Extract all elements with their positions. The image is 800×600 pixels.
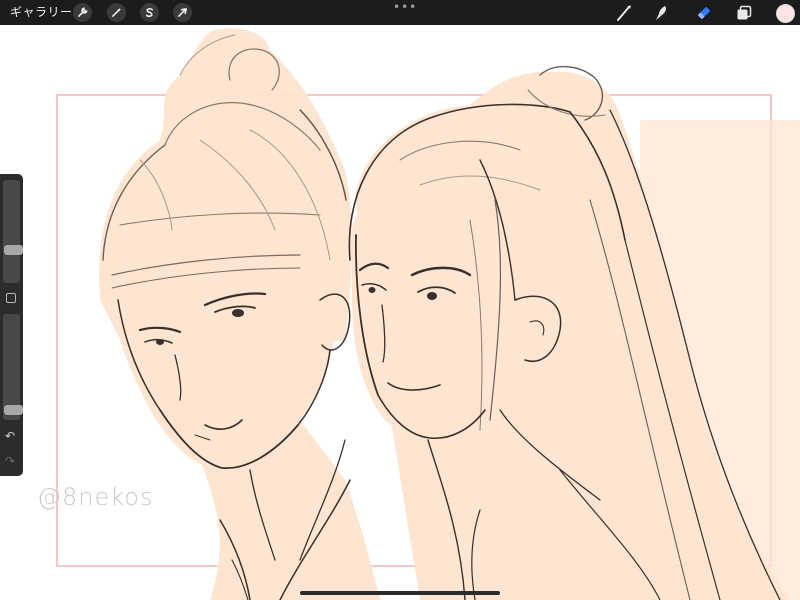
home-indicator[interactable] bbox=[300, 591, 500, 595]
modify-square-icon[interactable] bbox=[6, 293, 16, 303]
left-sidebar: ↶ ↷ bbox=[0, 174, 23, 476]
current-color-swatch[interactable] bbox=[776, 4, 795, 23]
top-toolbar: ギャラリー ••• bbox=[0, 0, 800, 25]
arrow-cursor-icon[interactable] bbox=[173, 3, 192, 22]
layers-icon[interactable] bbox=[734, 3, 754, 23]
smudge-icon[interactable] bbox=[651, 3, 671, 23]
watermark-text: @8nekos bbox=[37, 483, 154, 511]
magic-wand-icon[interactable] bbox=[107, 3, 126, 22]
wrench-icon[interactable] bbox=[73, 3, 92, 22]
undo-icon[interactable]: ↶ bbox=[5, 430, 15, 442]
more-menu-icon[interactable]: ••• bbox=[393, 1, 417, 13]
brush-icon[interactable] bbox=[614, 3, 634, 23]
drawing-canvas[interactable]: @8nekos bbox=[0, 25, 800, 600]
gallery-button[interactable]: ギャラリー bbox=[10, 4, 73, 20]
opacity-slider[interactable] bbox=[3, 314, 23, 420]
brush-size-slider[interactable] bbox=[3, 180, 23, 283]
brush-size-thumb[interactable] bbox=[4, 245, 23, 255]
selection-s-icon[interactable] bbox=[140, 3, 159, 22]
opacity-thumb[interactable] bbox=[4, 405, 23, 415]
illustration bbox=[56, 28, 800, 600]
eraser-icon[interactable] bbox=[694, 3, 714, 23]
redo-icon[interactable]: ↷ bbox=[5, 455, 15, 467]
